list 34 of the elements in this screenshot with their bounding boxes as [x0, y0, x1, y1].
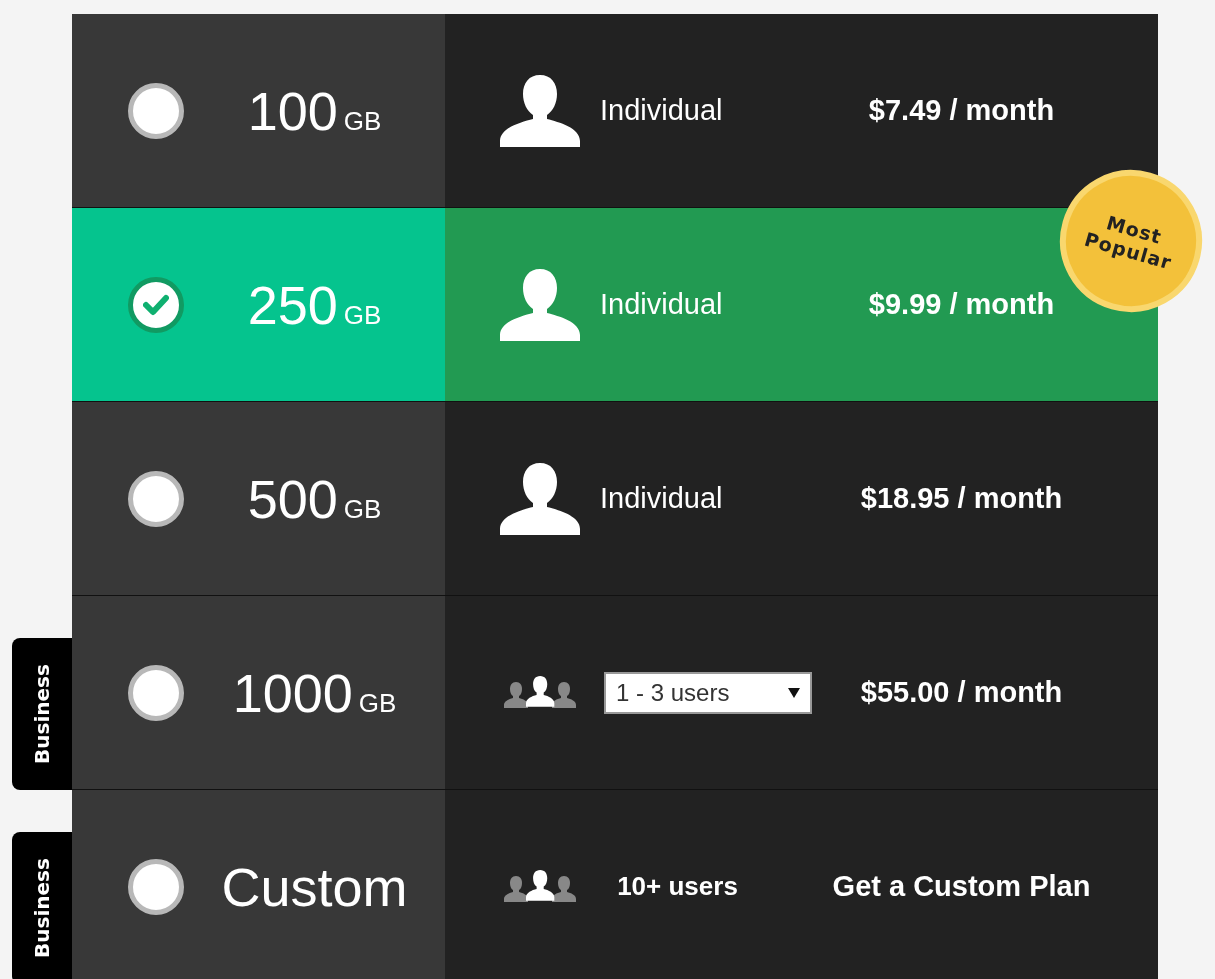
plan-details-panel[interactable]: 10+ users Get a Custom Plan — [445, 790, 1158, 979]
check-icon — [143, 293, 169, 316]
users-dropdown[interactable]: 1 - 3 users — [604, 671, 812, 714]
plan-type: Individual — [599, 482, 724, 515]
users-count: 10+ users — [616, 871, 739, 902]
storage-size: 250 GB — [246, 273, 383, 336]
plan-size-panel[interactable]: 500 GB — [72, 402, 445, 596]
price: Get a Custom Plan — [831, 870, 1092, 903]
plan-size-panel[interactable]: Custom — [72, 790, 445, 979]
radio-button[interactable] — [128, 858, 184, 915]
storage-size: Custom — [220, 855, 409, 918]
person-icon — [500, 462, 580, 535]
person-icon — [500, 74, 580, 147]
plan-type: Individual — [599, 288, 724, 321]
group-icon — [504, 869, 576, 904]
person-icon — [500, 268, 580, 341]
storage-size: 1000 GB — [231, 661, 398, 724]
radio-button[interactable] — [128, 82, 184, 139]
price: $55.00 / month — [859, 676, 1064, 709]
price: $7.49 / month — [867, 94, 1056, 127]
plan-size-panel[interactable]: 1000 GB — [72, 596, 445, 790]
price: $18.95 / month — [859, 482, 1064, 515]
plan-details-panel[interactable]: Individual $7.49 / month — [445, 14, 1158, 208]
radio-button[interactable] — [128, 470, 184, 527]
price: $9.99 / month — [867, 288, 1056, 321]
plan-details-panel[interactable]: Individual $18.95 / month — [445, 402, 1158, 596]
group-icon — [504, 675, 576, 710]
storage-size: 100 GB — [246, 79, 383, 142]
plan-size-panel[interactable]: 100 GB — [72, 14, 445, 208]
plan-type: Individual — [599, 94, 724, 127]
radio-button[interactable] — [128, 664, 184, 721]
caret-icon — [788, 687, 800, 698]
storage-size: 500 GB — [246, 467, 383, 530]
plan-details-panel[interactable]: 1 - 3 users $55.00 / month — [445, 596, 1158, 790]
